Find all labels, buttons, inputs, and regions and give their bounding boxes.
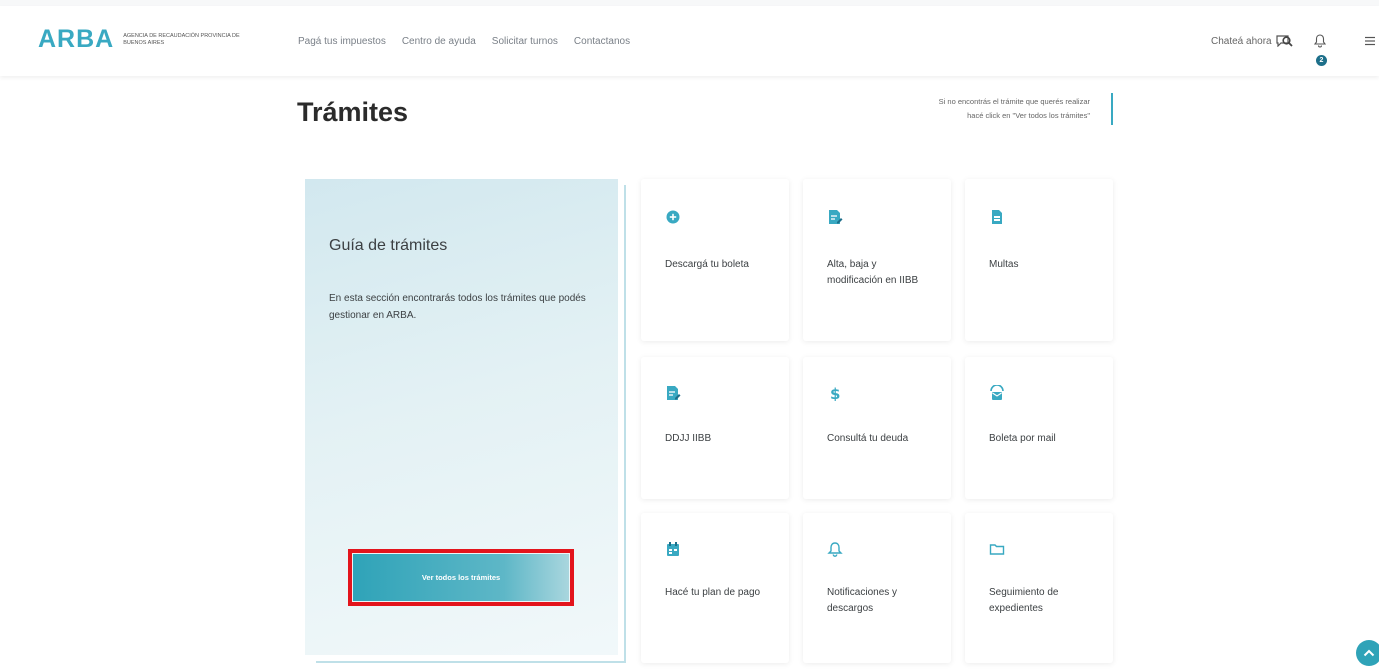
- guide-title: Guía de trámites: [329, 237, 448, 254]
- bell-icon: [827, 541, 843, 557]
- document-edit-icon: [665, 385, 681, 401]
- chevron-up-icon: [1363, 649, 1375, 657]
- logo-subtitle: Agencia de Recaudación Provincia de Buen…: [123, 32, 240, 46]
- logo-wordmark: ARBA: [38, 25, 115, 53]
- calendar-icon: [665, 541, 681, 557]
- nav-help-center[interactable]: Centro de ayuda: [402, 36, 476, 47]
- guide-description: En esta sección encontrarás todos los tr…: [329, 293, 586, 321]
- notification-badge: 2: [1316, 55, 1327, 66]
- card-label: Descargá tu boleta: [665, 259, 749, 270]
- header-actions: Chateá ahora 2: [1179, 28, 1379, 68]
- plus-circle-icon: [665, 209, 681, 225]
- site-header: ARBA Agencia de Recaudación Provincia de…: [0, 6, 1379, 76]
- card-fines[interactable]: Multas: [965, 179, 1113, 341]
- view-all-procedures-button[interactable]: Ver todos los trámites: [353, 554, 569, 601]
- document-icon: [989, 209, 1005, 225]
- help-hint-line-2: hacé click en "Ver todos los trámites": [967, 111, 1090, 120]
- card-notifications[interactable]: Notificaciones y descargos: [803, 513, 951, 663]
- card-check-debt[interactable]: $ Consultá tu deuda: [803, 357, 951, 499]
- card-label: Seguimiento de expedientes: [989, 587, 1059, 614]
- svg-text:$: $: [830, 385, 840, 401]
- card-ddjj-iibb[interactable]: DDJJ IIBB: [641, 357, 789, 499]
- document-edit-icon: [827, 209, 843, 225]
- search-icon[interactable]: [1282, 36, 1293, 47]
- card-label: Multas: [989, 259, 1019, 270]
- chat-button[interactable]: Chateá ahora: [1211, 35, 1289, 47]
- bell-icon[interactable]: [1314, 34, 1326, 48]
- main-nav: Pagá tus impuestos Centro de ayuda Solic…: [298, 36, 630, 47]
- card-label: Hacé tu plan de pago: [665, 587, 761, 598]
- card-label: Notificaciones y descargos: [827, 587, 898, 614]
- help-hint-line-1: Si no encontrás el trámite que querés re…: [938, 97, 1090, 106]
- help-hint: Si no encontrás el trámite que querés re…: [800, 95, 1090, 123]
- card-iibb-registration[interactable]: Alta, baja y modificación en IIBB: [803, 179, 951, 341]
- card-file-tracking[interactable]: Seguimiento de expedientes: [965, 513, 1113, 663]
- card-label: Boleta por mail: [989, 433, 1056, 444]
- card-label: Alta, baja y modificación en IIBB: [827, 259, 919, 286]
- folder-icon: [989, 541, 1005, 557]
- card-bill-by-mail[interactable]: Boleta por mail: [965, 357, 1113, 499]
- mail-icon: [989, 384, 1005, 401]
- scroll-to-top-button[interactable]: [1356, 640, 1379, 666]
- hint-accent-bar: [1111, 93, 1113, 125]
- nav-request-appointment[interactable]: Solicitar turnos: [492, 36, 558, 47]
- card-download-bill[interactable]: Descargá tu boleta: [641, 179, 789, 341]
- nav-pay-taxes[interactable]: Pagá tus impuestos: [298, 36, 386, 47]
- card-label: DDJJ IIBB: [665, 433, 712, 444]
- page-title: Trámites: [297, 97, 409, 127]
- card-label: Consultá tu deuda: [827, 433, 909, 444]
- chat-label: Chateá ahora: [1211, 35, 1272, 47]
- card-payment-plan[interactable]: Hacé tu plan de pago: [641, 513, 789, 663]
- arba-logo[interactable]: ARBA Agencia de Recaudación Provincia de…: [38, 25, 243, 54]
- nav-contact[interactable]: Contactanos: [574, 36, 630, 47]
- hamburger-menu-icon[interactable]: [1365, 36, 1375, 46]
- dollar-icon: $: [827, 385, 843, 403]
